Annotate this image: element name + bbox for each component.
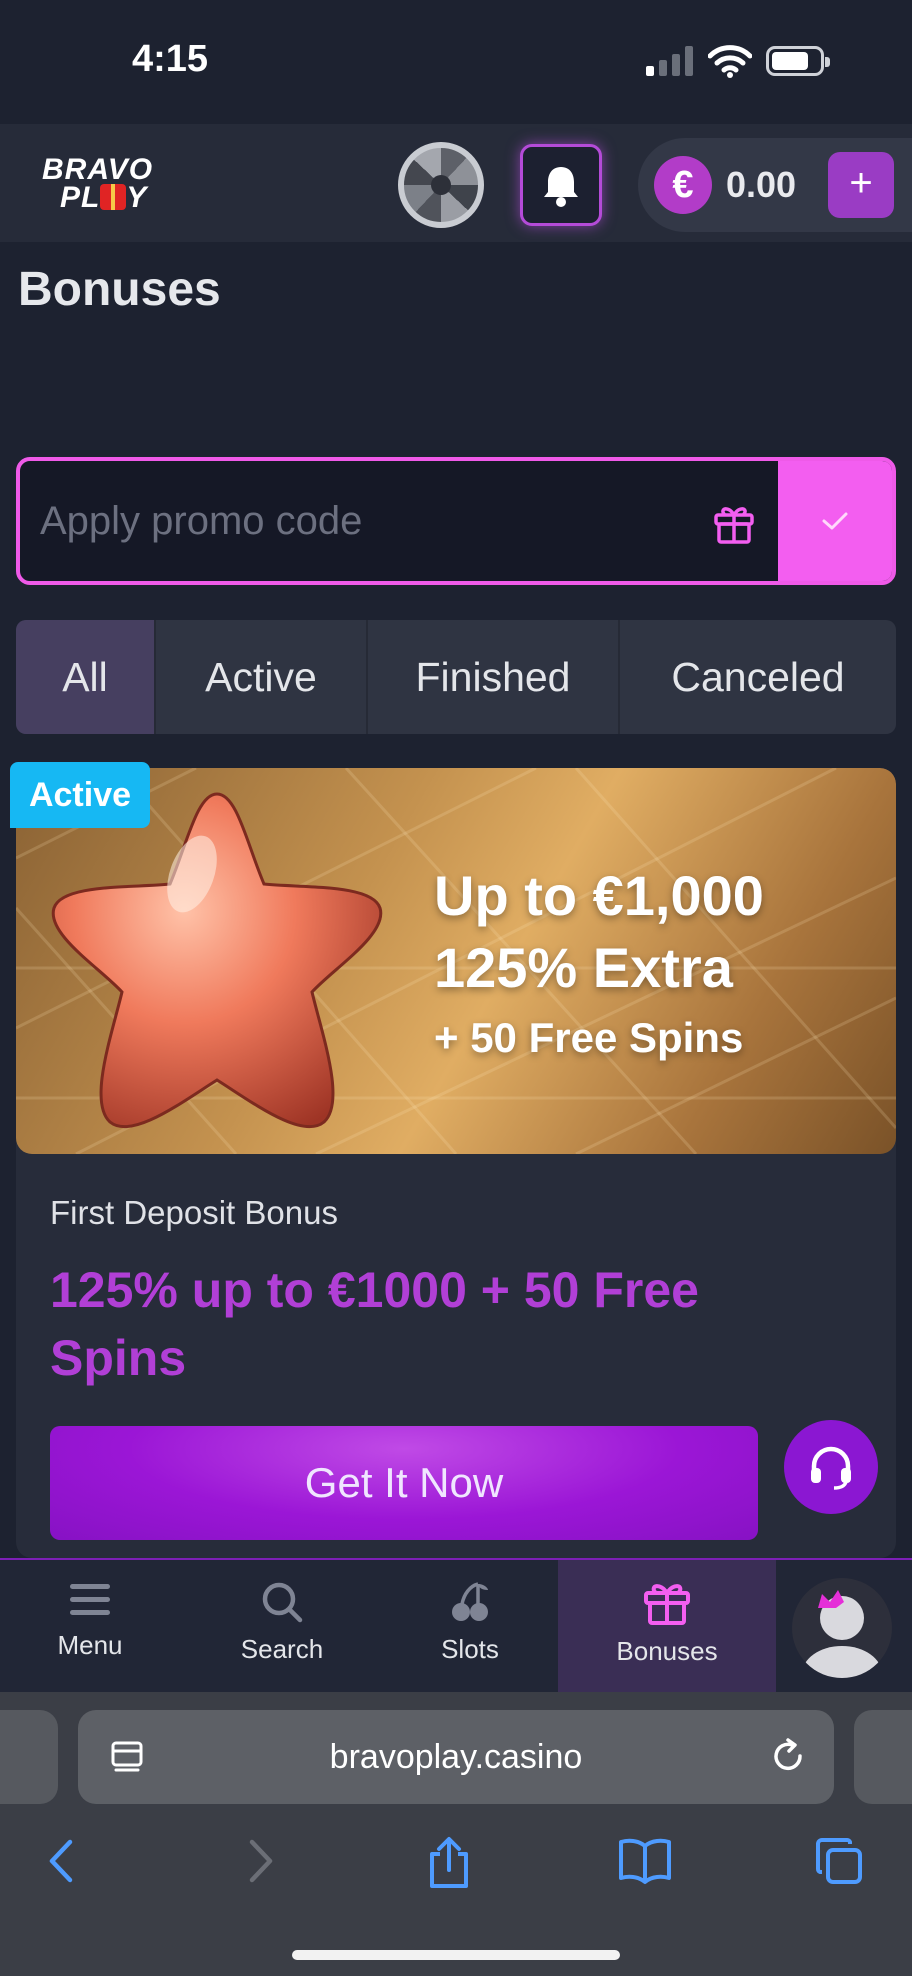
- get-it-now-button[interactable]: Get It Now: [50, 1426, 758, 1540]
- battery-icon: [766, 46, 830, 76]
- nav-search[interactable]: Search: [222, 1560, 342, 1692]
- euro-currency-icon: €: [654, 156, 712, 214]
- tab-active[interactable]: Active: [156, 620, 368, 734]
- back-icon[interactable]: [42, 1836, 82, 1886]
- bonus-banner: Up to €1,000 125% Extra + 50 Free Spins: [16, 768, 896, 1154]
- tabs-icon[interactable]: [814, 1836, 864, 1886]
- tab-finished[interactable]: Finished: [368, 620, 620, 734]
- nav-bonuses[interactable]: Bonuses: [558, 1560, 776, 1692]
- tab-all[interactable]: All: [16, 620, 156, 734]
- page-title: Bonuses: [18, 263, 221, 316]
- fortune-wheel-icon[interactable]: [398, 142, 484, 228]
- site-header: BRAVO PL Y € 0.00 +: [0, 124, 912, 242]
- add-funds-button[interactable]: +: [828, 152, 894, 218]
- promo-code-input[interactable]: [40, 461, 670, 581]
- share-icon[interactable]: [426, 1836, 472, 1890]
- tab-canceled[interactable]: Canceled: [620, 620, 896, 734]
- nav-bonuses-label: Bonuses: [616, 1636, 718, 1666]
- browser-toolbar: bravoplay.casino: [0, 1692, 912, 1976]
- next-tab-preview[interactable]: [854, 1710, 912, 1804]
- status-bar: 4:15: [0, 0, 912, 124]
- check-icon: [822, 512, 848, 530]
- menu-icon: [70, 1584, 110, 1615]
- nav-menu-label: Menu: [57, 1630, 123, 1660]
- promo-code-form: [16, 457, 896, 585]
- url-text: bravoplay.casino: [329, 1738, 583, 1776]
- wallet-balance[interactable]: € 0.00 +: [638, 138, 912, 232]
- nav-menu[interactable]: Menu: [30, 1560, 150, 1692]
- status-time: 4:15: [132, 38, 209, 80]
- reload-icon[interactable]: [768, 1736, 808, 1776]
- balance-amount: 0.00: [726, 164, 797, 205]
- nav-slots[interactable]: Slots: [410, 1560, 530, 1692]
- logo-gift-icon: [100, 184, 127, 210]
- brand-logo[interactable]: BRAVO PL Y: [42, 155, 202, 213]
- headset-icon: [811, 1446, 851, 1490]
- notifications-button[interactable]: [520, 144, 602, 226]
- forward-icon[interactable]: [240, 1836, 280, 1886]
- nav-search-label: Search: [240, 1634, 324, 1664]
- bookmarks-icon[interactable]: [618, 1836, 672, 1886]
- bonus-type-label: First Deposit Bonus: [50, 1194, 338, 1231]
- gift-icon: [714, 507, 754, 544]
- address-bar[interactable]: bravoplay.casino: [78, 1710, 834, 1804]
- wifi-icon: [708, 45, 752, 78]
- cellular-signal-icon: [646, 46, 694, 76]
- bell-icon: [544, 167, 578, 207]
- star-icon: [51, 792, 383, 1129]
- previous-tab-preview[interactable]: [0, 1710, 58, 1804]
- gift-icon: [644, 1584, 690, 1625]
- nav-slots-label: Slots: [441, 1634, 499, 1664]
- status-badge: Active: [10, 762, 150, 828]
- banner-headline: Up to €1,000 125% Extra + 50 Free Spins: [434, 864, 764, 1061]
- bonus-filter-tabs: All Active Finished Canceled: [16, 620, 896, 734]
- bottom-navigation: Menu Search Slots Bonuses: [0, 1558, 912, 1692]
- search-icon: [262, 1582, 303, 1623]
- user-avatar-icon: [802, 1590, 882, 1678]
- apply-promo-button[interactable]: [778, 461, 892, 581]
- support-chat-button[interactable]: [784, 1420, 878, 1514]
- cherries-icon: [452, 1582, 488, 1621]
- avatar[interactable]: [792, 1578, 892, 1678]
- bonus-card: Up to €1,000 125% Extra + 50 Free Spins …: [16, 768, 896, 1558]
- bonus-offer-title: 125% up to €1000 + 50 Free Spins: [50, 1262, 699, 1386]
- home-indicator[interactable]: [292, 1950, 620, 1960]
